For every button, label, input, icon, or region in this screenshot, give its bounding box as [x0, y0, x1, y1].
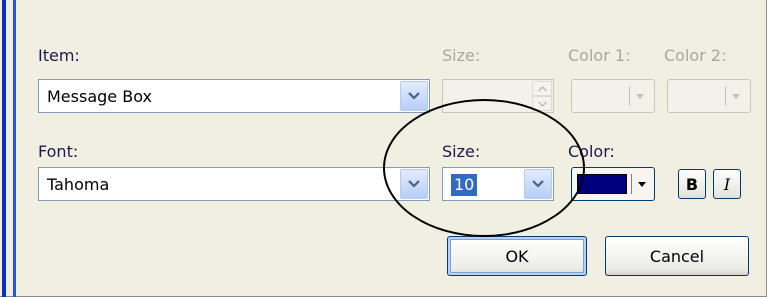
dropdown-arrow-icon [638, 182, 646, 187]
item-select-value: Message Box [47, 87, 152, 106]
item-size-spinner[interactable] [442, 79, 554, 113]
dropdown-arrow-icon [732, 94, 740, 99]
dropdown-arrow-icon [636, 94, 644, 99]
font-color-picker[interactable] [571, 167, 655, 201]
appearance-dialog: Item: Size: Color 1: Color 2: Message Bo… [0, 0, 767, 297]
color1-picker[interactable] [571, 79, 655, 113]
color-swatch [577, 174, 627, 194]
window-border-inner [13, 0, 16, 297]
item-select[interactable]: Message Box [38, 79, 430, 113]
font-color-label: Color: [568, 142, 615, 161]
item-size-spin-buttons[interactable] [532, 81, 552, 111]
font-size-label: Size: [442, 142, 481, 161]
bold-button[interactable]: B [678, 169, 706, 199]
color2-divider [725, 86, 726, 106]
font-select-value: Tahoma [47, 175, 110, 194]
spin-down-icon[interactable] [532, 96, 552, 111]
chevron-down-icon [532, 180, 544, 188]
chevron-down-icon [408, 180, 420, 188]
spin-up-icon[interactable] [532, 81, 552, 96]
font-label: Font: [38, 142, 79, 161]
item-size-label: Size: [442, 46, 481, 65]
ok-button[interactable]: OK [447, 236, 587, 276]
font-select[interactable]: Tahoma [38, 167, 430, 201]
color1-divider [629, 86, 630, 106]
item-label: Item: [38, 46, 80, 65]
font-color-divider [631, 174, 632, 194]
italic-button[interactable]: I [713, 169, 741, 199]
font-dropdown-button[interactable] [400, 169, 428, 199]
font-size-dropdown-button[interactable] [524, 169, 552, 199]
color1-label: Color 1: [568, 46, 631, 65]
chevron-down-icon [408, 92, 420, 100]
color2-picker[interactable] [667, 79, 751, 113]
color2-label: Color 2: [664, 46, 727, 65]
font-size-value: 10 [451, 174, 478, 196]
cancel-button[interactable]: Cancel [605, 236, 749, 276]
font-size-select[interactable]: 10 [442, 167, 554, 201]
item-dropdown-button[interactable] [400, 81, 428, 111]
window-border [2, 0, 6, 297]
